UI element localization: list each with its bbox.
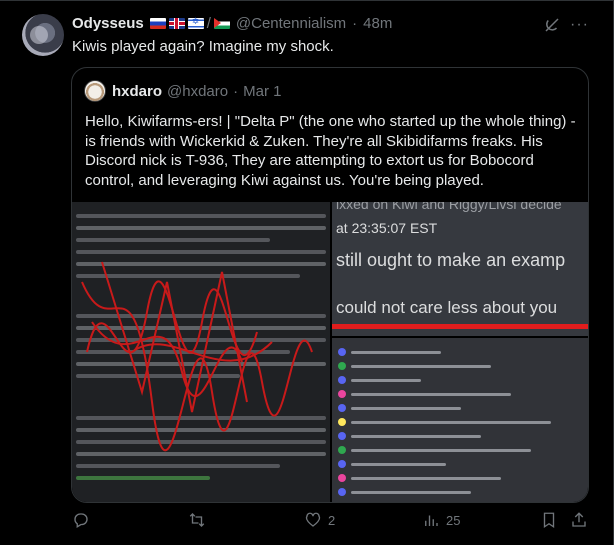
media-image-chat-excerpt[interactable]: ixxed on Kiwi and Riggy/Livsi decide at … bbox=[332, 202, 588, 336]
views-icon bbox=[425, 515, 438, 526]
repost-icon bbox=[189, 513, 205, 527]
like-button[interactable]: 2 bbox=[304, 510, 335, 530]
avatar[interactable] bbox=[22, 14, 64, 56]
post-text: Kiwis played again? Imagine my shock. bbox=[72, 38, 334, 55]
share-button[interactable] bbox=[570, 510, 588, 530]
top-divider bbox=[0, 0, 614, 1]
red-underline-bar bbox=[332, 324, 588, 329]
views-count: 25 bbox=[446, 512, 461, 528]
post-header: Odysseus / @Centennialism · 48m bbox=[72, 14, 392, 32]
quote-separator-dot: · bbox=[233, 83, 239, 100]
excerpt-line-1: ixxed on Kiwi and Riggy/Livsi decide bbox=[336, 202, 562, 212]
flag-israel-icon bbox=[187, 16, 204, 29]
quote-header: hxdaro @hxdaro · Mar 1 bbox=[112, 83, 281, 100]
like-count: 2 bbox=[328, 512, 336, 528]
quote-date[interactable]: Mar 1 bbox=[243, 83, 281, 100]
heart-icon bbox=[305, 512, 321, 527]
media-image-forum-screenshot[interactable] bbox=[72, 202, 330, 502]
reply-button[interactable] bbox=[72, 510, 96, 530]
excerpt-line-2: at 23:35:07 EST bbox=[336, 220, 438, 236]
bookmark-icon bbox=[543, 512, 555, 529]
excerpt-line-4: could not care less about you bbox=[336, 298, 558, 317]
grok-icon[interactable] bbox=[543, 16, 561, 34]
media-image-discord-log[interactable] bbox=[332, 338, 588, 502]
flag-separator: / bbox=[206, 14, 211, 32]
quote-display-name[interactable]: hxdaro bbox=[112, 83, 162, 100]
display-name[interactable]: Odysseus bbox=[72, 15, 144, 32]
reply-icon bbox=[74, 513, 88, 528]
flag-uk-icon bbox=[168, 17, 185, 29]
red-scribble-overlay bbox=[81, 261, 313, 452]
timestamp[interactable]: 48m bbox=[363, 15, 392, 32]
media-grid: ixxed on Kiwi and Riggy/Livsi decide at … bbox=[72, 202, 588, 502]
share-icon bbox=[572, 512, 586, 527]
quote-text: Hello, Kiwifarms-ers! | "Delta P" (the o… bbox=[85, 113, 576, 189]
handle[interactable]: @Centennialism bbox=[236, 15, 346, 32]
flag-russia-icon bbox=[149, 17, 166, 29]
excerpt-line-3: still ought to make an examp bbox=[336, 250, 566, 270]
quote-handle[interactable]: @hxdaro bbox=[167, 83, 228, 100]
views-button[interactable]: 25 bbox=[422, 510, 460, 530]
repost-button[interactable] bbox=[188, 510, 212, 530]
media-right-column: ixxed on Kiwi and Riggy/Livsi decide at … bbox=[332, 202, 588, 502]
quote-avatar[interactable] bbox=[84, 80, 106, 102]
more-icon[interactable]: ··· bbox=[570, 16, 590, 34]
flag-emojis: / bbox=[149, 14, 230, 32]
action-bar: 2 25 bbox=[0, 510, 614, 530]
separator-dot: · bbox=[352, 14, 358, 32]
flag-palestine-icon bbox=[213, 17, 230, 29]
quoted-post[interactable]: hxdaro @hxdaro · Mar 1 Hello, Kiwifarms-… bbox=[71, 67, 589, 503]
bookmark-button[interactable] bbox=[540, 510, 558, 530]
